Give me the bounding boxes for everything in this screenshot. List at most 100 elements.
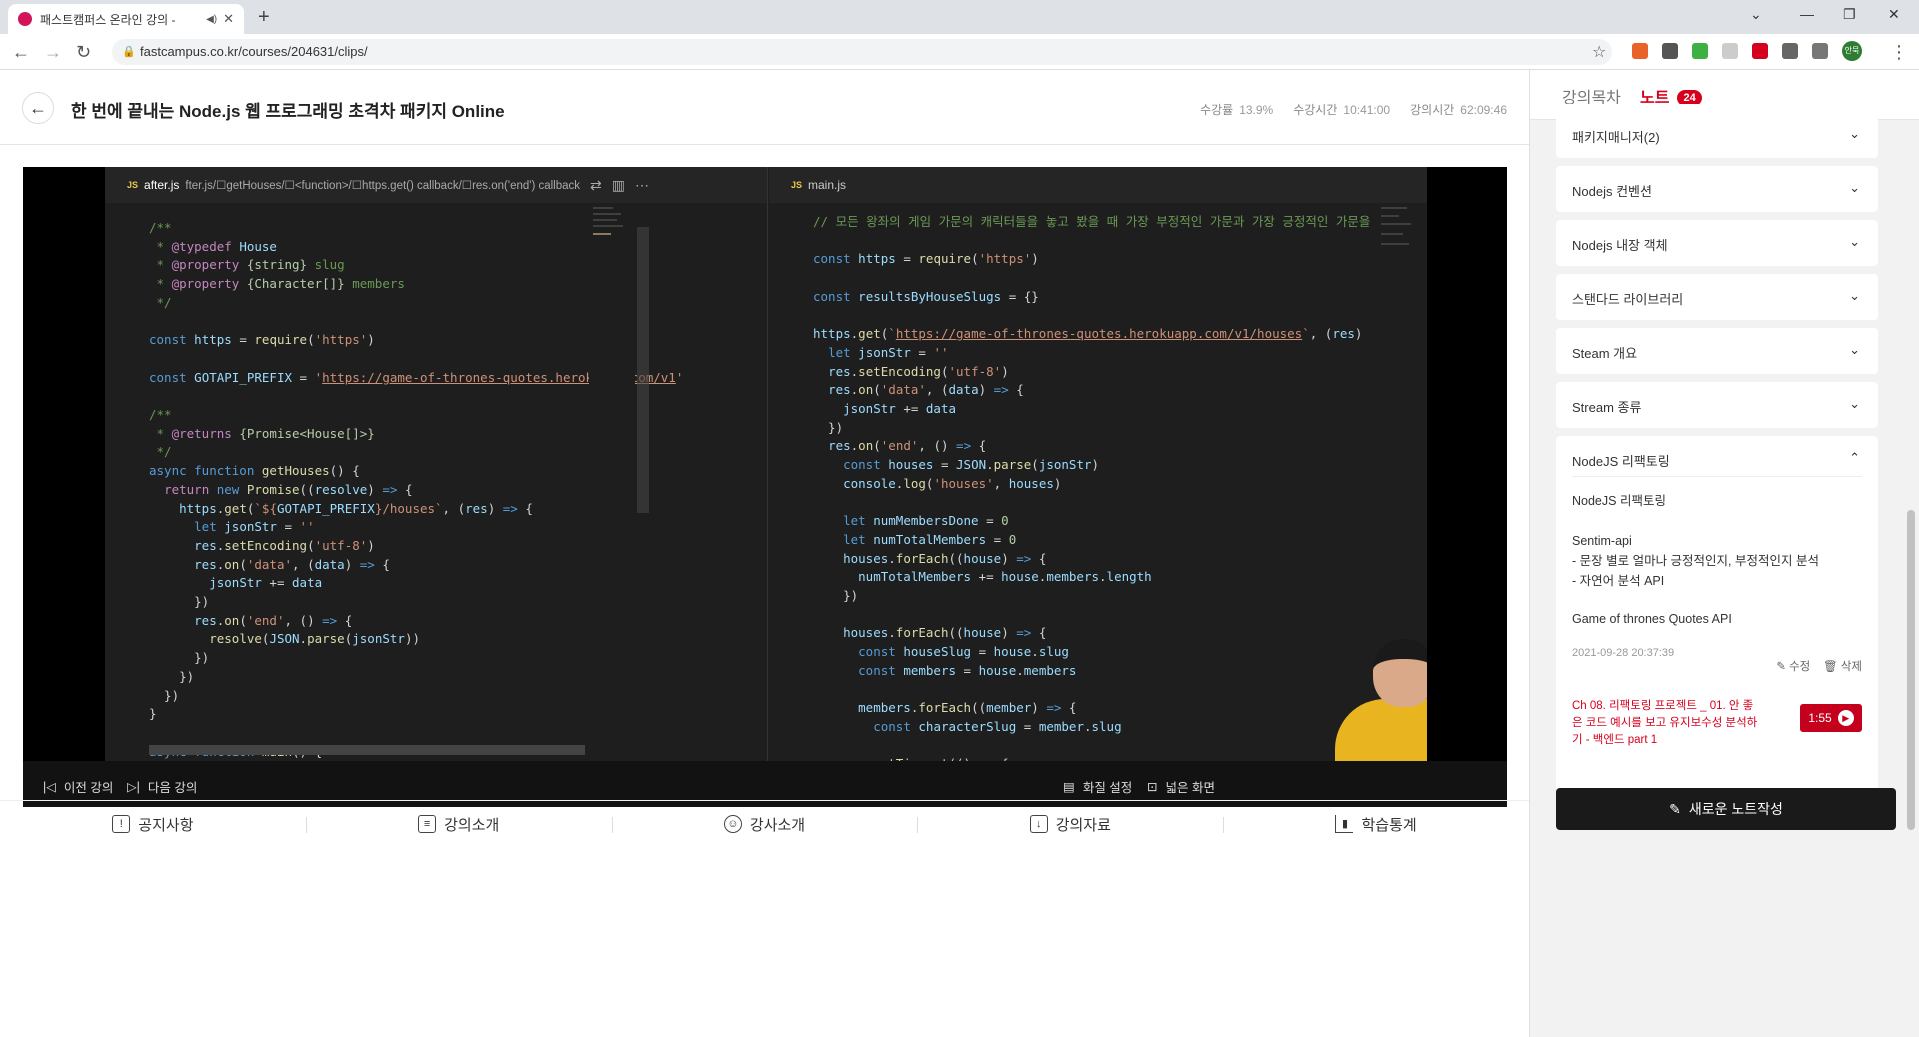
note-title: NodeJS 리팩토링: [1572, 494, 1666, 508]
play-timestamp-button[interactable]: 1:55 ▶: [1800, 704, 1862, 732]
notice-icon: !: [112, 815, 131, 833]
editor-right-pane: JS main.js // 모든 왕좌의 게임 가문의 캐릭터들을 놓고 봤을 …: [769, 167, 1427, 761]
maximize-icon[interactable]: ❐: [1843, 6, 1856, 23]
compare-icon: ⇄: [590, 176, 602, 193]
lecture-time-value: 62:09:46: [1460, 103, 1507, 117]
section-stream-types[interactable]: Stream 종류 ⌄: [1556, 382, 1878, 428]
minimap: [589, 203, 635, 761]
close-window-icon[interactable]: ✕: [1888, 6, 1900, 23]
note-line: Game of thrones Quotes API: [1572, 612, 1732, 626]
section-label: Stream 종류: [1572, 400, 1642, 415]
puzzle-icon[interactable]: [1782, 43, 1798, 59]
nav-notice-label: 공지사항: [138, 816, 194, 834]
nav-stats-label: 학습통계: [1361, 816, 1417, 834]
extension-icon[interactable]: [1722, 43, 1738, 59]
bookmark-star-icon[interactable]: ☆: [1592, 42, 1606, 62]
section-nodejs-convention[interactable]: Nodejs 컨벤션 ⌄: [1556, 166, 1878, 212]
js-file-icon: JS: [791, 180, 803, 190]
note-actions: ✎ 수정 🗑 삭제: [1776, 658, 1862, 674]
section-package-manager[interactable]: 패키지매니저(2) ⌄: [1556, 112, 1878, 158]
editor-tab-after-js: after.js: [144, 178, 180, 192]
bottom-nav: ! 공지사항 ≡ 강의소개 ☺ 강사소개 ↓ 강의자료 ▮ 학습통계: [0, 800, 1529, 847]
chevron-down-icon: ⌄: [1849, 288, 1860, 303]
nav-instructor[interactable]: ☺ 강사소개: [611, 801, 918, 847]
skip-prev-icon: |◁: [43, 780, 56, 794]
pencil-icon: ✎: [1776, 661, 1786, 673]
extension-icon[interactable]: [1662, 43, 1678, 59]
watch-time-value: 10:41:00: [1343, 103, 1391, 117]
tab-search-icon[interactable]: ⌄: [1750, 6, 1762, 23]
note-line: - 문장 별로 얼마나 긍정적인지, 부정적인지 분석: [1572, 554, 1819, 568]
wide-screen-label: 넓은 화면: [1165, 781, 1215, 795]
quality-label: 화질 설정: [1082, 781, 1133, 795]
editor-scrollbar[interactable]: [637, 227, 649, 513]
browser-tab[interactable]: 패스트캠퍼스 온라인 강의 - ◀) ✕: [8, 4, 244, 34]
note-chapter-link[interactable]: Ch 08. 리팩토링 프로젝트 _ 01. 안 좋은 코드 예시를 보고 유지…: [1572, 698, 1762, 749]
editor-breadcrumb: fter.js/☐getHouses/☐<function>/☐https.ge…: [185, 180, 581, 192]
editor-hscrollbar[interactable]: [149, 745, 585, 755]
new-tab-icon[interactable]: +: [258, 6, 270, 29]
nav-course-intro[interactable]: ≡ 강의소개: [305, 801, 612, 847]
editor-tab-bar: JS after.js fter.js/☐getHouses/☐<functio…: [105, 167, 767, 203]
profile-avatar[interactable]: 안묵: [1842, 41, 1862, 61]
reading-list-icon[interactable]: [1812, 43, 1828, 59]
watch-time-label: 수강시간: [1293, 103, 1338, 117]
forward-icon[interactable]: →: [44, 42, 62, 63]
wide-screen-button[interactable]: ⊡ 넓은 화면: [1147, 777, 1215, 796]
menu-kebab-icon[interactable]: ⋮: [1890, 42, 1908, 63]
prev-lecture-label: 이전 강의: [63, 781, 114, 795]
code-right: // 모든 왕좌의 게임 가문의 캐릭터들을 놓고 봤을 때 가장 부정적인 가…: [813, 214, 1390, 761]
nav-materials-label: 강의자료: [1055, 816, 1111, 834]
edit-label: 수정: [1789, 661, 1811, 673]
side-panel: 강의목차 노트 24 패키지매니저(2) ⌄ Nodejs 컨벤션 ⌄ Nodejs …: [1529, 70, 1919, 1037]
instructor-head: [1373, 639, 1427, 707]
side-scrollbar[interactable]: [1907, 510, 1915, 830]
section-label: 패키지매니저(2): [1572, 130, 1660, 145]
clipboard-icon: ≡: [418, 815, 437, 833]
lock-icon: 🔒: [122, 46, 136, 58]
note-line: Sentim-api: [1572, 534, 1632, 548]
reload-icon[interactable]: ↻: [76, 42, 91, 63]
close-tab-icon[interactable]: ✕: [223, 11, 234, 27]
tab-title: 패스트캠퍼스 온라인 강의 -: [40, 12, 176, 27]
section-steam-overview[interactable]: Steam 개요 ⌄: [1556, 328, 1878, 374]
video-frame[interactable]: JS after.js fter.js/☐getHouses/☐<functio…: [105, 167, 1427, 761]
chevron-up-icon: ⌃: [1849, 450, 1860, 465]
progress-value: 13.9%: [1239, 103, 1274, 117]
extension-icon[interactable]: [1752, 43, 1768, 59]
nav-stats[interactable]: ▮ 학습통계: [1223, 801, 1529, 847]
section-standard-library[interactable]: 스탠다드 라이브러리 ⌄: [1556, 274, 1878, 320]
minimize-icon[interactable]: —: [1800, 6, 1814, 22]
section-nodejs-builtin[interactable]: Nodejs 내장 객체 ⌄: [1556, 220, 1878, 266]
back-icon[interactable]: ←: [12, 42, 30, 63]
trash-icon: 🗑: [1823, 661, 1838, 673]
nav-notice[interactable]: ! 공지사항: [0, 801, 306, 847]
course-header: ← 한 번에 끝내는 Node.js 웹 프로그래밍 초격차 패키지 Onlin…: [0, 70, 1529, 145]
editor-tab-bar: JS main.js: [769, 167, 1427, 203]
extension-icon[interactable]: [1692, 43, 1708, 59]
editor-left-pane: JS after.js fter.js/☐getHouses/☐<functio…: [105, 167, 768, 761]
delete-button[interactable]: 🗑 삭제: [1823, 661, 1862, 673]
section-label: NodeJS 리팩토링: [1572, 454, 1670, 469]
wide-screen-icon: ⊡: [1147, 780, 1158, 794]
prev-lecture-button[interactable]: |◁ 이전 강의: [43, 777, 113, 796]
skip-next-icon: ▷|: [127, 780, 140, 794]
bar-chart-icon: ▮: [1335, 815, 1354, 833]
url-bar[interactable]: 🔒 fastcampus.co.kr/courses/204631/clips/: [112, 39, 1612, 65]
more-icon: ⋯: [635, 176, 649, 193]
editor-tab-main-js: main.js: [808, 178, 847, 192]
section-label: Nodejs 컨벤션: [1572, 184, 1652, 199]
video-player[interactable]: JS after.js fter.js/☐getHouses/☐<functio…: [23, 167, 1507, 807]
edit-button[interactable]: ✎ 수정: [1776, 661, 1810, 673]
speaker-icon[interactable]: ◀): [206, 14, 217, 25]
nav-materials[interactable]: ↓ 강의자료: [917, 801, 1223, 847]
download-icon: ↓: [1029, 815, 1048, 833]
chevron-down-icon: ⌄: [1849, 126, 1860, 141]
new-note-button[interactable]: ✎ 새로운 노트작성: [1556, 788, 1896, 830]
timestamp: 1:55: [1808, 711, 1832, 725]
extension-icon[interactable]: [1632, 43, 1648, 59]
quality-settings-button[interactable]: ▤ 화질 설정: [1063, 777, 1132, 796]
back-arrow-icon[interactable]: ←: [22, 92, 54, 124]
instructor-shirt: [1335, 699, 1427, 761]
next-lecture-button[interactable]: ▷| 다음 강의: [127, 777, 197, 796]
